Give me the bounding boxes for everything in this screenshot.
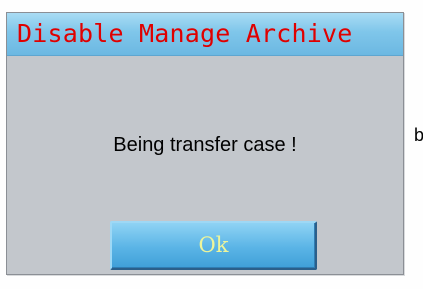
dialog-message: Being transfer case ! xyxy=(113,134,297,156)
dialog-titlebar[interactable]: Disable Manage Archive xyxy=(7,13,403,56)
ok-button[interactable]: Ok xyxy=(110,221,317,270)
screen: Disable Manage Archive Being transfer ca… xyxy=(0,0,423,289)
background-text-fragment: b xyxy=(414,125,423,145)
dialog-title: Disable Manage Archive xyxy=(17,19,353,48)
disable-manage-archive-dialog: Disable Manage Archive Being transfer ca… xyxy=(6,12,404,275)
ok-button-label: Ok xyxy=(198,233,229,257)
